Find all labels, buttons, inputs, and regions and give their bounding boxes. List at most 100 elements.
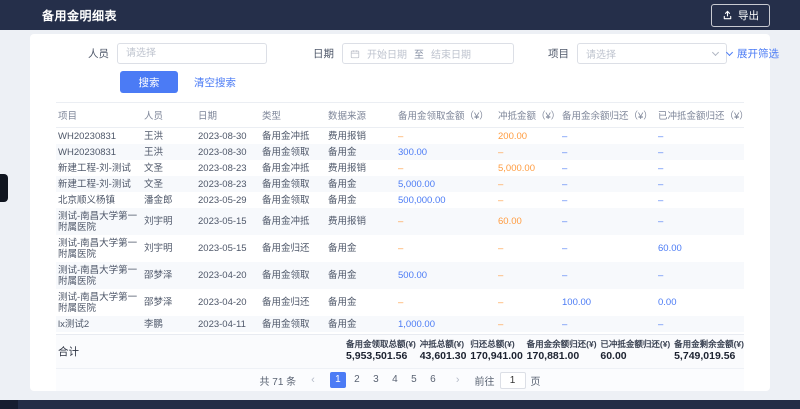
export-button[interactable]: 导出 — [711, 4, 770, 27]
cell-offset: – — [496, 262, 560, 289]
column-header: 日期 — [196, 103, 260, 128]
date-range-separator: 至 — [414, 46, 424, 61]
page-button-6[interactable]: 6 — [425, 372, 441, 388]
date-range-picker[interactable]: 开始日期 至 结束日期 — [342, 43, 514, 64]
summary-item: 已冲抵金额归还(¥)60.00 — [600, 339, 670, 363]
page-buttons: 123456 — [330, 372, 441, 388]
date-start-placeholder: 开始日期 — [367, 46, 407, 61]
cell-offset: – — [496, 316, 560, 332]
column-header: 数据来源 — [326, 103, 396, 128]
prev-page-button[interactable]: ‹ — [305, 373, 321, 387]
cell-person: 李鹏 — [142, 316, 196, 332]
column-header: 备用金领取金额（¥） — [396, 103, 496, 128]
detail-table: 项目人员日期类型数据来源备用金领取金额（¥）冲抵金额（¥）备用金余额归还（¥）已… — [56, 102, 744, 334]
cell-date: 2023-04-20 — [196, 289, 260, 316]
cell-offset_return: – — [656, 262, 744, 289]
cell-offset: 200.00 — [496, 128, 560, 145]
bottom-bar — [0, 400, 800, 409]
page-button-2[interactable]: 2 — [349, 372, 365, 388]
date-end-placeholder: 结束日期 — [431, 46, 471, 61]
cell-offset: 5,000.00 — [496, 160, 560, 176]
cell-project: 新建工程-刘-测试 — [56, 176, 142, 192]
cell-source: 备用金 — [326, 144, 396, 160]
table-row: 测试-南昌大学第一附属医院邵梦泽2023-04-20备用金归还备用金––100.… — [56, 289, 744, 316]
person-filter-label: 人员 — [88, 46, 109, 61]
page-button-5[interactable]: 5 — [406, 372, 422, 388]
table-header-row: 项目人员日期类型数据来源备用金领取金额（¥）冲抵金额（¥）备用金余额归还（¥）已… — [56, 103, 744, 128]
cell-offset_return: 60.00 — [656, 235, 744, 262]
search-button[interactable]: 搜索 — [120, 71, 178, 93]
summary-item: 冲抵总额(¥)43,601.30 — [420, 339, 467, 363]
summary-item: 备用金余额归还(¥)170,881.00 — [527, 339, 597, 363]
clear-search-link[interactable]: 清空搜索 — [194, 75, 236, 90]
table-row: 新建工程-刘-测试文圣2023-08-23备用金领取备用金5,000.00––– — [56, 176, 744, 192]
cell-person: 文圣 — [142, 176, 196, 192]
cell-project: lx测试2 — [56, 316, 142, 332]
topbar: 备用金明细表 导出 — [0, 0, 800, 30]
cell-received: 5,000.00 — [396, 176, 496, 192]
page-title: 备用金明细表 — [42, 7, 117, 24]
cell-balance_return: – — [560, 192, 656, 208]
cell-project: 新建工程-刘-测试 — [56, 160, 142, 176]
table-body: WH20230831王洪2023-08-30备用金冲抵费用报销–200.00––… — [56, 128, 744, 335]
summary-item-label: 备用金领取总额(¥) — [346, 339, 416, 350]
cell-balance_return: – — [560, 144, 656, 160]
chevron-down-icon — [712, 48, 719, 55]
table-row: 北京顺义杨镇潘金郎2023-05-29备用金领取备用金500,000.00––– — [56, 192, 744, 208]
date-filter-label: 日期 — [313, 46, 334, 61]
goto-page: 前往 页 — [475, 372, 541, 389]
cell-project: 测试-南昌大学第一附属医院 — [56, 208, 142, 235]
cell-type: 备用金领取 — [260, 176, 326, 192]
next-page-button[interactable]: › — [450, 373, 466, 387]
cell-received: – — [396, 208, 496, 235]
cell-date: 2023-08-23 — [196, 160, 260, 176]
cell-offset_return: – — [656, 160, 744, 176]
drawer-handle[interactable] — [0, 174, 8, 202]
cell-person: 邵梦泽 — [142, 289, 196, 316]
page-button-4[interactable]: 4 — [387, 372, 403, 388]
cell-offset_return: – — [656, 176, 744, 192]
cell-offset_return: – — [656, 128, 744, 145]
goto-page-input[interactable] — [500, 372, 526, 389]
cell-person: 王洪 — [142, 144, 196, 160]
column-header: 冲抵金额（¥） — [496, 103, 560, 128]
project-select-placeholder: 请选择 — [586, 46, 616, 61]
cell-offset: 60.00 — [496, 208, 560, 235]
cell-offset_return: – — [656, 144, 744, 160]
summary-item-value: 5,953,501.56 — [346, 350, 416, 363]
calendar-icon — [350, 49, 360, 59]
cell-type: 备用金领取 — [260, 192, 326, 208]
cell-date: 2023-04-20 — [196, 262, 260, 289]
summary-item-label: 冲抵总额(¥) — [420, 339, 467, 350]
table-row: 测试-南昌大学第一附属医院刘宇明2023-05-15备用金冲抵费用报销–60.0… — [56, 208, 744, 235]
cell-balance_return: – — [560, 176, 656, 192]
cell-offset_return: – — [656, 316, 744, 332]
pagination-total-text: 共 71 条 — [259, 373, 296, 388]
table-row: 新建工程-刘-测试文圣2023-08-23备用金冲抵费用报销–5,000.00–… — [56, 160, 744, 176]
cell-received: 1,000.00 — [396, 316, 496, 332]
cell-received: 500.00 — [396, 262, 496, 289]
summary-item-value: 5,749,019.56 — [674, 350, 744, 363]
project-select[interactable]: 请选择 — [577, 43, 727, 64]
cell-balance_return: – — [560, 208, 656, 235]
chevron-down-icon — [726, 48, 733, 55]
page-button-1[interactable]: 1 — [330, 372, 346, 388]
person-select-input[interactable] — [117, 43, 267, 64]
page-button-3[interactable]: 3 — [368, 372, 384, 388]
summary-item-value: 170,881.00 — [527, 350, 597, 363]
summary-item-label: 备用金剩余金额(¥) — [674, 339, 744, 350]
summary-item-label: 备用金余额归还(¥) — [527, 339, 597, 350]
cell-project: 北京顺义杨镇 — [56, 192, 142, 208]
expand-filter-label: 展开筛选 — [737, 46, 779, 61]
cell-project: WH20230831 — [56, 128, 142, 145]
cell-offset: – — [496, 192, 560, 208]
filter-actions: 搜索 清空搜索 — [120, 71, 744, 93]
cell-source: 备用金 — [326, 316, 396, 332]
goto-label-prefix: 前往 — [475, 373, 495, 388]
cell-received: – — [396, 160, 496, 176]
content-card: 人员 日期 开始日期 至 结束日期 项目 请选择 — [30, 34, 770, 391]
filter-bar: 人员 日期 开始日期 至 结束日期 项目 请选择 — [56, 43, 744, 64]
cell-person: 刘宇明 — [142, 235, 196, 262]
cell-offset_return: – — [656, 192, 744, 208]
expand-filter-link[interactable]: 展开筛选 — [727, 46, 779, 61]
